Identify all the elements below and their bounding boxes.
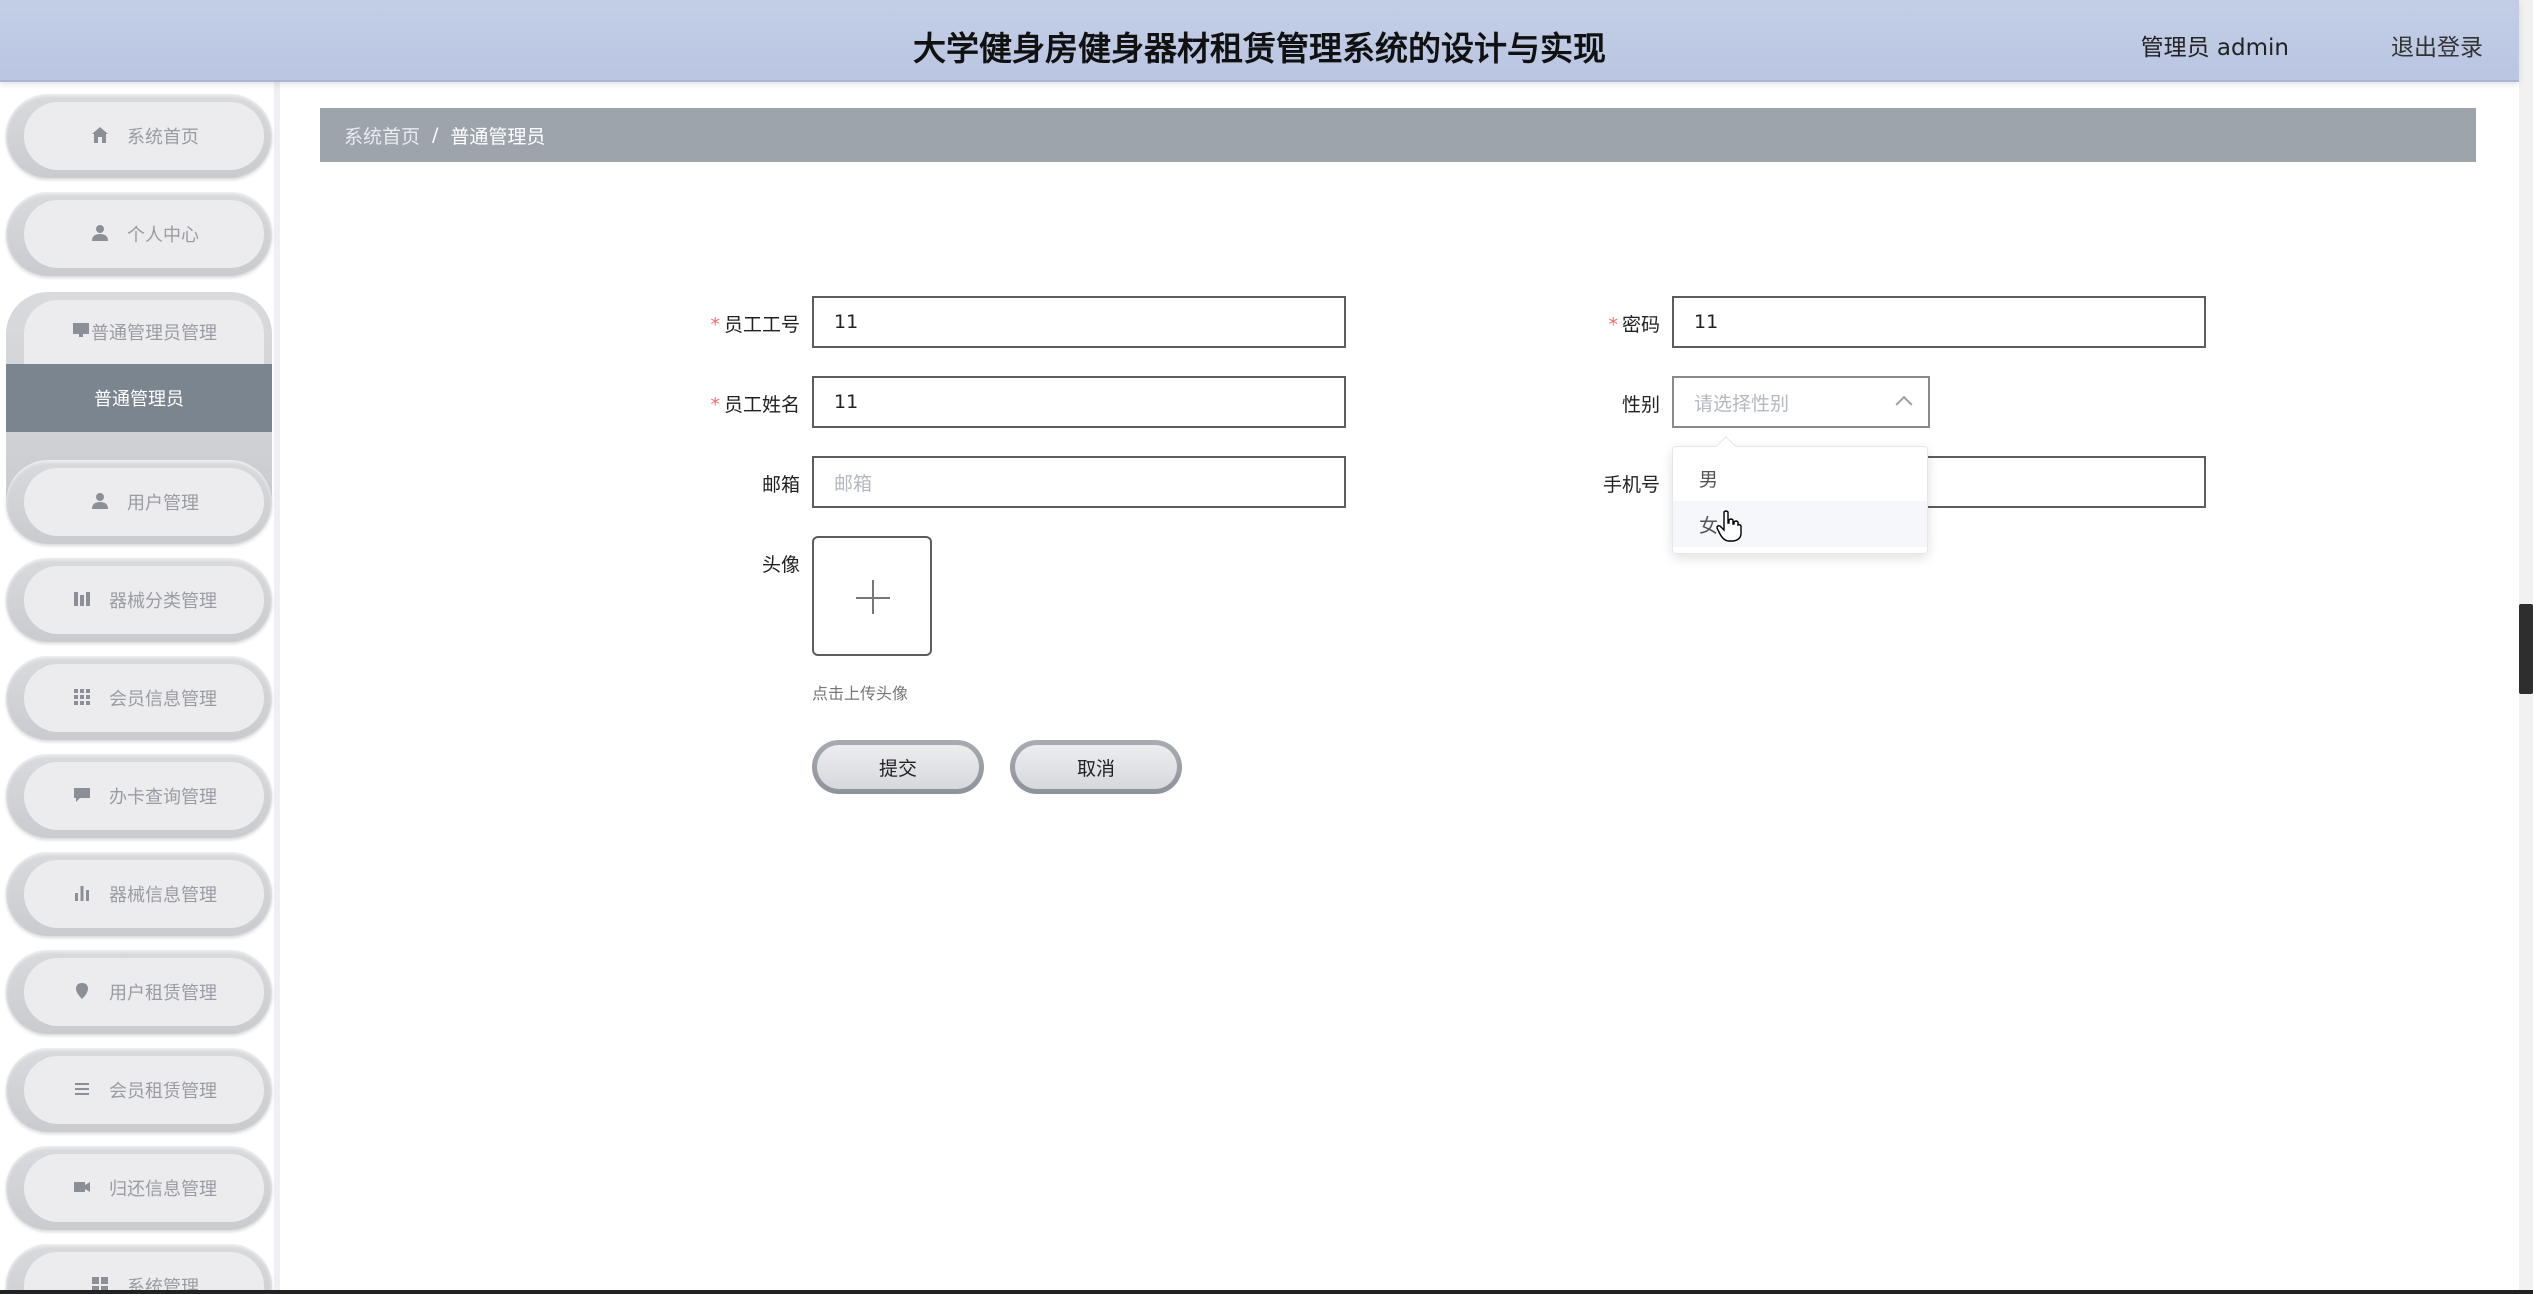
logout-link[interactable]: 退出登录 <box>2391 28 2483 62</box>
breadcrumb: 系统首页 / 普通管理员 <box>320 108 2476 162</box>
avatar-upload[interactable] <box>812 536 932 656</box>
gender-select[interactable]: 请选择性别 <box>1672 376 1930 428</box>
cancel-button[interactable]: 取消 <box>1010 740 1182 794</box>
required-mark: * <box>710 314 720 336</box>
breadcrumb-home[interactable]: 系统首页 <box>344 122 420 149</box>
current-user: 管理员 admin <box>2140 35 2289 61</box>
monitor-icon <box>71 320 91 345</box>
phone-label: 手机号 <box>1602 474 1660 496</box>
sidebar-item-users[interactable]: 用户管理 <box>6 460 272 544</box>
home-icon <box>89 125 111 147</box>
sidebar-item-label: 个人中心 <box>127 225 199 246</box>
gender-label: 性别 <box>1621 394 1660 416</box>
sidebar-item-profile[interactable]: 个人中心 <box>6 192 272 276</box>
avatar-label: 头像 <box>761 554 800 576</box>
gender-option-female[interactable]: 女 <box>1673 501 1927 547</box>
employee-no-input[interactable]: 11 <box>812 296 1346 348</box>
video-icon <box>71 1177 93 1199</box>
sidebar: 系统首页 个人中心 普通管理员管理 普通管理员 用户管理 器械分类管理 会员信息… <box>0 82 280 1294</box>
sidebar-item-label: 器械信息管理 <box>109 885 217 906</box>
avatar-upload-tip: 点击上传头像 <box>812 684 909 703</box>
employee-name-input[interactable]: 11 <box>812 376 1346 428</box>
sidebar-item-label: 用户管理 <box>127 493 199 514</box>
employee-no-label: * 员工工号 <box>710 314 800 336</box>
sidebar-item-home[interactable]: 系统首页 <box>6 94 272 178</box>
bars-icon <box>71 589 93 611</box>
sidebar-item-equipment-category[interactable]: 器械分类管理 <box>6 558 272 642</box>
sidebar-item-member-info[interactable]: 会员信息管理 <box>6 656 272 740</box>
sidebar-item-label: 办卡查询管理 <box>109 787 217 808</box>
breadcrumb-current: 普通管理员 <box>450 125 546 148</box>
grid-icon <box>71 687 93 709</box>
sidebar-item-label: 用户租赁管理 <box>109 983 217 1004</box>
chevron-up-icon <box>1895 395 1913 413</box>
hand-cursor-icon <box>1716 510 1742 547</box>
employee-name-label: * 员工姓名 <box>710 394 800 416</box>
chat-icon <box>71 785 93 807</box>
sidebar-item-system[interactable]: 系统管理 <box>6 1244 272 1294</box>
email-label: 邮箱 <box>761 474 800 496</box>
list-icon <box>71 1079 93 1101</box>
sidebar-item-label: 系统首页 <box>127 127 199 148</box>
gender-option-male[interactable]: 男 <box>1673 455 1927 501</box>
sidebar-item-member-rental[interactable]: 会员租赁管理 <box>6 1048 272 1132</box>
submit-button[interactable]: 提交 <box>812 740 984 794</box>
required-mark: * <box>1608 314 1618 336</box>
sidebar-item-return-info[interactable]: 归还信息管理 <box>6 1146 272 1230</box>
email-input[interactable]: 邮箱 <box>812 456 1346 508</box>
sidebar-item-label: 会员信息管理 <box>109 689 217 710</box>
password-label: * 密码 <box>1608 314 1660 336</box>
user-icon <box>89 223 111 245</box>
sidebar-item-label: 普通管理员管理 <box>91 323 217 344</box>
gender-dropdown: 男 女 <box>1672 436 1928 554</box>
sidebar-item-user-rental[interactable]: 用户租赁管理 <box>6 950 272 1034</box>
scrollbar-thumb[interactable] <box>2519 604 2533 694</box>
user-icon <box>89 491 111 513</box>
sidebar-item-label: 归还信息管理 <box>109 1179 217 1200</box>
sidebar-subitem-admin[interactable]: 普通管理员 <box>6 364 272 432</box>
sidebar-item-card-query[interactable]: 办卡查询管理 <box>6 754 272 838</box>
breadcrumb-separator: / <box>432 124 439 146</box>
sidebar-item-label: 器械分类管理 <box>109 591 217 612</box>
location-icon <box>71 981 93 1003</box>
chart-icon <box>71 883 93 905</box>
required-mark: * <box>710 394 720 416</box>
sidebar-item-label: 会员租赁管理 <box>109 1081 217 1102</box>
sidebar-item-equipment-info[interactable]: 器械信息管理 <box>6 852 272 936</box>
password-input[interactable]: 11 <box>1672 296 2206 348</box>
top-header: 大学健身房健身器材租赁管理系统的设计与实现 管理员 admin 退出登录 <box>0 0 2519 82</box>
